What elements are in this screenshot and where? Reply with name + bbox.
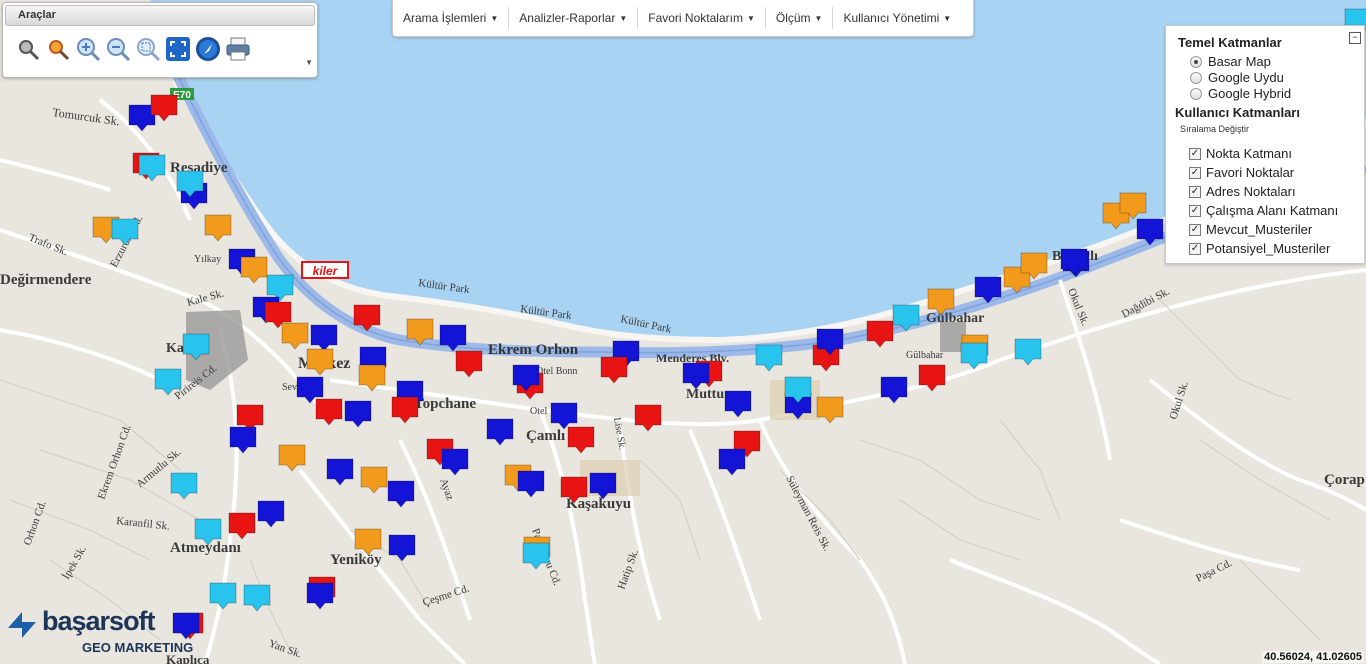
- checkbox-checked-icon[interactable]: ✓: [1189, 204, 1201, 217]
- menu-user-management[interactable]: Kullanıcı Yönetimi ▼: [833, 7, 961, 29]
- base-layer-label: Google Uydu: [1208, 70, 1284, 85]
- map-canvas[interactable]: E70 kiler Tomurcuk Sk. Reşadiye Değirmen…: [0, 0, 1366, 664]
- radio-selected-icon[interactable]: [1190, 55, 1202, 68]
- map-label: Çorap: [1324, 472, 1365, 488]
- sort-order-link[interactable]: Sıralama Değiştir: [1180, 124, 1249, 134]
- checkbox-checked-icon[interactable]: ✓: [1189, 242, 1201, 255]
- collapse-panel-icon[interactable]: −: [1349, 32, 1361, 44]
- layers-panel: − Temel Katmanlar Basar Map Google Uydu …: [1165, 25, 1365, 264]
- logo-tagline: GEO MARKETING: [82, 640, 194, 655]
- chevron-down-icon: ▼: [490, 14, 499, 23]
- map-label: Ekrem Orhon: [488, 342, 579, 358]
- zoom-in-icon[interactable]: [75, 35, 101, 63]
- layer-label: Adres Noktaları: [1206, 184, 1296, 199]
- map-label: Yılkay: [194, 254, 221, 265]
- map-label: Yeniköy: [330, 552, 382, 568]
- base-layer-label: Google Hybrid: [1208, 86, 1292, 101]
- radio-icon[interactable]: [1190, 87, 1202, 100]
- poi-kiler-label: kiler: [313, 264, 339, 278]
- tools-row: [15, 35, 251, 63]
- menu-favorites-label: Favori Noktalarım: [648, 11, 743, 25]
- map-label: Muttu: [686, 387, 724, 402]
- info-tool-icon[interactable]: [45, 35, 71, 63]
- base-layer-google-uydu[interactable]: Google Uydu: [1190, 70, 1284, 85]
- logo-name: başarsoft: [42, 606, 156, 636]
- tools-panel-title: Araçlar: [5, 5, 315, 26]
- menu-user-label: Kullanıcı Yönetimi: [843, 11, 940, 25]
- checkbox-checked-icon[interactable]: ✓: [1189, 147, 1201, 160]
- checkbox-checked-icon[interactable]: ✓: [1189, 166, 1201, 179]
- menu-analysis-reports[interactable]: Analizler-Raporlar ▼: [509, 7, 639, 29]
- basarsoft-logo: başarsoft GEO MARKETING: [6, 604, 206, 658]
- checkbox-checked-icon[interactable]: ✓: [1189, 185, 1201, 198]
- checkbox-checked-icon[interactable]: ✓: [1189, 223, 1201, 236]
- layer-label: Mevcut_Musteriler: [1206, 222, 1313, 237]
- menu-favorites[interactable]: Favori Noktalarım ▼: [638, 7, 766, 29]
- user-layers-title: Kullanıcı Katmanları: [1175, 105, 1300, 120]
- zoom-out-icon[interactable]: [105, 35, 131, 63]
- map-label: Gülbahar: [906, 350, 944, 361]
- base-layer-google-hybrid[interactable]: Google Hybrid: [1190, 86, 1291, 101]
- radio-icon[interactable]: [1190, 71, 1202, 84]
- layer-nokta[interactable]: ✓ Nokta Katmanı: [1189, 146, 1292, 161]
- compass-icon[interactable]: [195, 35, 221, 63]
- base-layer-label: Basar Map: [1208, 54, 1271, 69]
- tools-scroll-arrow-icon[interactable]: ▼: [305, 58, 313, 67]
- menu-analysis-label: Analizler-Raporlar: [519, 11, 616, 25]
- logo-mark-icon: [8, 612, 36, 638]
- map-label: Değirmendere: [0, 272, 92, 288]
- layer-label: Nokta Katmanı: [1206, 146, 1292, 161]
- menu-search-label: Arama İşlemleri: [403, 11, 487, 25]
- layer-label: Potansiyel_Musteriler: [1206, 241, 1331, 256]
- chevron-down-icon: ▼: [619, 14, 628, 23]
- chevron-down-icon: ▼: [746, 14, 755, 23]
- menu-measure-label: Ölçüm: [775, 11, 811, 25]
- layer-calisma-alani[interactable]: ✓ Çalışma Alanı Katmanı: [1189, 203, 1338, 218]
- zoom-box-icon[interactable]: [135, 35, 161, 63]
- layer-potansiyel-musteriler[interactable]: ✓ Potansiyel_Musteriler: [1189, 241, 1330, 256]
- layer-label: Favori Noktalar: [1206, 165, 1295, 180]
- map-label: Gülbahar: [926, 311, 984, 326]
- select-tool-icon[interactable]: [15, 35, 41, 63]
- base-layer-basar-map[interactable]: Basar Map: [1190, 54, 1271, 69]
- layer-adres[interactable]: ✓ Adres Noktaları: [1189, 184, 1296, 199]
- layer-label: Çalışma Alanı Katmanı: [1206, 203, 1339, 218]
- layer-favori[interactable]: ✓ Favori Noktalar: [1189, 165, 1294, 180]
- cursor-coordinates: 40.56024, 41.02605: [1262, 651, 1364, 663]
- map-label: Çamlı: [526, 428, 565, 444]
- menu-search[interactable]: Arama İşlemleri ▼: [393, 7, 510, 29]
- layer-mevcut-musteriler[interactable]: ✓ Mevcut_Musteriler: [1189, 222, 1312, 237]
- main-menu: Arama İşlemleri ▼ Analizler-Raporlar ▼ Fav…: [392, 0, 974, 37]
- full-extent-icon[interactable]: [165, 35, 191, 63]
- chevron-down-icon: ▼: [814, 14, 823, 23]
- print-icon[interactable]: [225, 35, 251, 63]
- base-layers-title: Temel Katmanlar: [1178, 35, 1282, 50]
- menu-measure[interactable]: Ölçüm ▼: [766, 7, 834, 29]
- tools-panel: Araçlar ▼: [2, 2, 318, 78]
- chevron-down-icon: ▼: [943, 14, 952, 23]
- map-label: Otel: [530, 406, 547, 417]
